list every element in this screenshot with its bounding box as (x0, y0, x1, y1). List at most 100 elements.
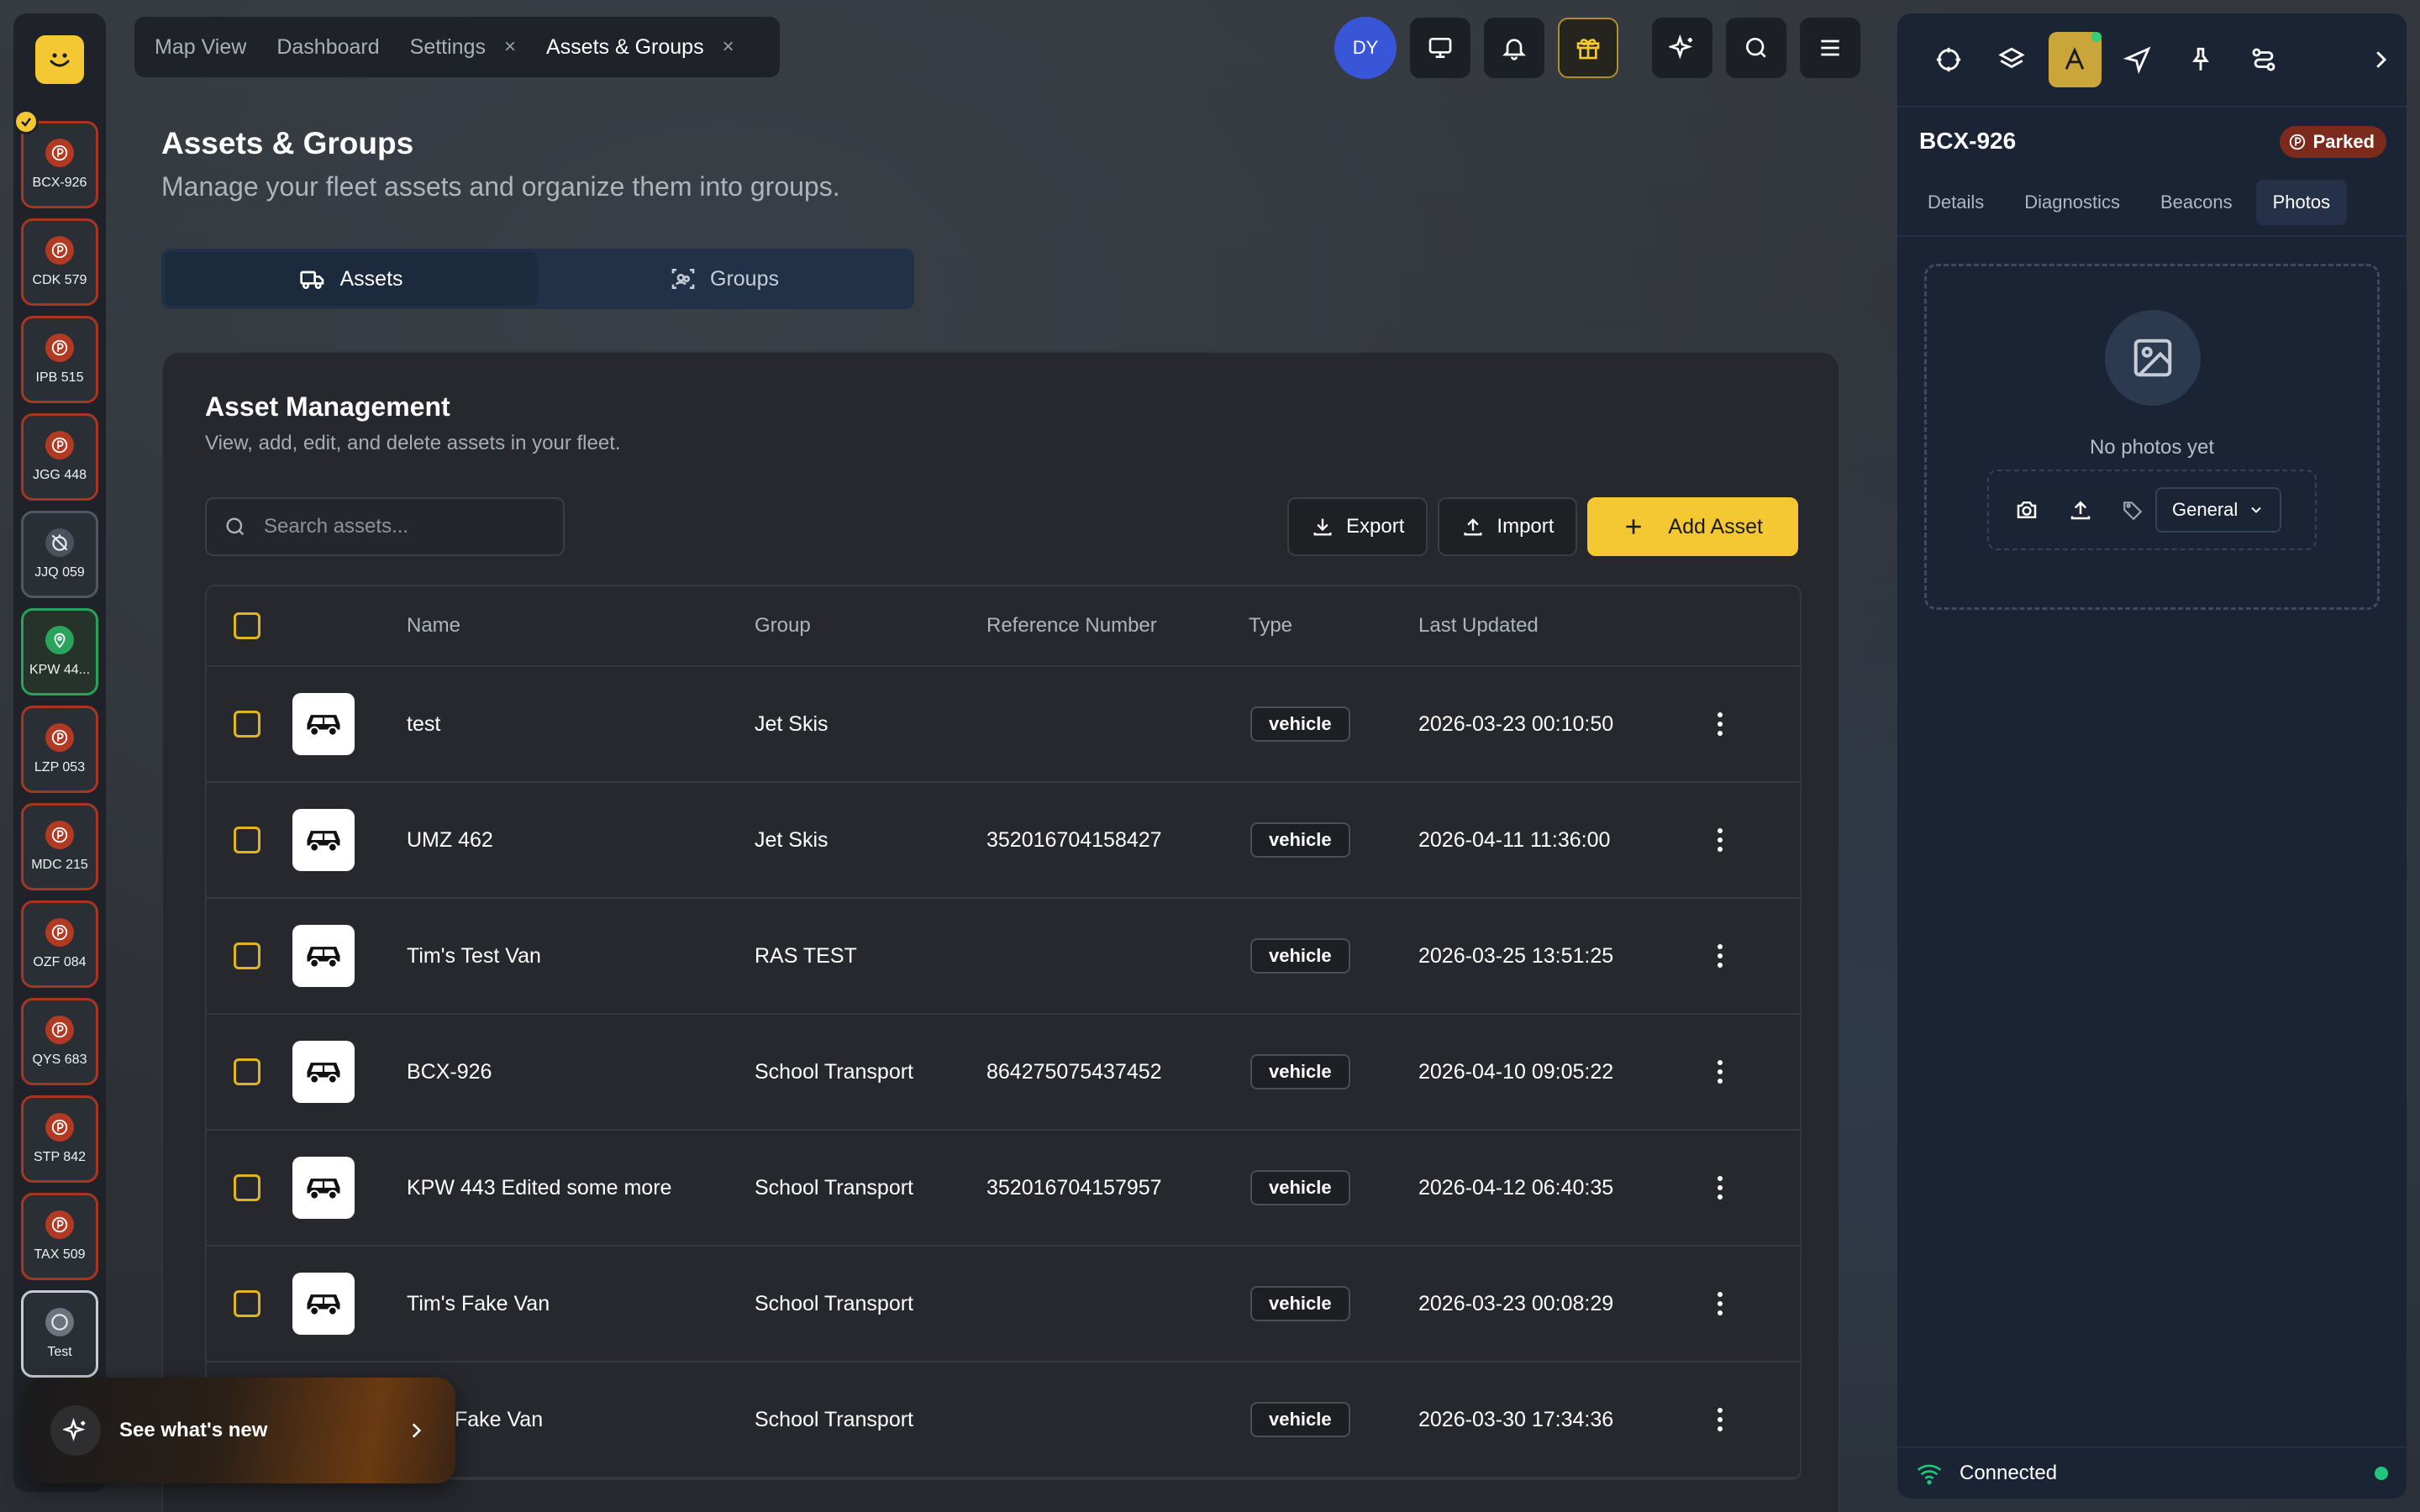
app-logo[interactable] (35, 35, 84, 84)
gift-icon (1576, 39, 1600, 60)
row-menu-icon[interactable] (1718, 1408, 1723, 1431)
tab-settings[interactable]: Settings × (410, 35, 516, 60)
asset-type-badge: vehicle (1250, 822, 1350, 858)
whats-new-banner[interactable]: See what's new (25, 1378, 455, 1483)
header-type[interactable]: Type (1249, 614, 1292, 638)
asset-tile[interactable]: KPW 44... (21, 608, 98, 696)
asset-tile[interactable]: CDK 579 (21, 218, 98, 306)
asset-name: test (407, 711, 441, 736)
tab-map-view[interactable]: Map View (155, 35, 246, 60)
labels-button[interactable] (2048, 32, 2102, 87)
menu-icon (1821, 39, 1839, 56)
layers-button[interactable] (1986, 32, 2039, 87)
asset-tile[interactable]: Test (21, 1290, 98, 1378)
chevron-down-icon (2251, 507, 2261, 513)
header-name[interactable]: Name (407, 614, 460, 638)
asset-tile-label: CDK 579 (32, 273, 87, 287)
collapse-panel-button[interactable] (2354, 32, 2407, 87)
asset-tile-label: STP 842 (34, 1150, 86, 1164)
asset-type-badge: vehicle (1250, 1286, 1350, 1321)
header-group[interactable]: Group (755, 614, 811, 638)
export-button[interactable]: Export (1287, 497, 1428, 556)
search-button[interactable] (1726, 18, 1786, 78)
search-icon (226, 517, 245, 536)
locate-button[interactable] (1923, 32, 1975, 87)
header-last-updated[interactable]: Last Updated (1418, 614, 1539, 638)
vehicle-icon (292, 1041, 355, 1103)
table-row[interactable]: Tim's Test Van RAS TEST vehicle 2026-03-25 … (207, 899, 1800, 1015)
close-icon[interactable]: × (723, 35, 734, 59)
table-row[interactable]: KPW 443 Edited some more School Transport… (207, 1131, 1800, 1247)
menu-button[interactable] (1800, 18, 1860, 78)
row-checkbox[interactable] (234, 711, 260, 738)
photo-category-select[interactable]: General (2155, 487, 2282, 533)
card-subtitle: View, add, edit, and delete assets in yo… (205, 432, 621, 454)
select-all-checkbox[interactable] (234, 612, 260, 639)
asset-tile-label: KPW 44... (29, 663, 91, 677)
pin-button[interactable] (2174, 32, 2227, 87)
table-row[interactable]: UMZ 462 Jet Skis 352016704158427 vehicle 202… (207, 783, 1800, 899)
asset-last-updated: 2026-03-30 17:34:36 (1418, 1407, 1614, 1431)
asset-tile[interactable]: IPB 515 (21, 316, 98, 403)
row-menu-icon[interactable] (1718, 944, 1723, 968)
connection-status: Connected (1897, 1446, 2407, 1499)
asset-tile[interactable]: LZP 053 (21, 706, 98, 793)
asset-tile[interactable]: BCX-926 (21, 121, 98, 208)
asset-tile-label: JJQ 059 (34, 565, 85, 580)
add-asset-button[interactable]: Add Asset (1587, 497, 1798, 556)
segment-assets[interactable]: Assets (165, 252, 538, 306)
asset-tile[interactable]: JJQ 059 (21, 511, 98, 598)
upload-icon[interactable] (2068, 497, 2093, 522)
table-row[interactable]: BCX-926 School Transport 864275075437452 ve… (207, 1015, 1800, 1131)
header-reference[interactable]: Reference Number (986, 614, 1157, 638)
segment-groups[interactable]: Groups (538, 252, 911, 306)
notifications-button[interactable] (1484, 18, 1544, 78)
asset-tile[interactable]: QYS 683 (21, 998, 98, 1085)
tab-dashboard[interactable]: Dashboard (276, 35, 379, 60)
download-icon (1313, 518, 1332, 536)
panel-tab-photos[interactable]: Photos (2255, 180, 2348, 225)
tab-assets-groups[interactable]: Assets & Groups × (546, 35, 734, 60)
table-row[interactable]: test Jet Skis vehicle 2026-03-23 00:10:50 (207, 667, 1800, 783)
camera-icon[interactable] (2014, 497, 2039, 522)
navigate-button[interactable] (2112, 32, 2165, 87)
asset-type-badge: vehicle (1250, 938, 1350, 974)
table-row[interactable]: Tim's Fake Van School Transport vehicle 202… (207, 1247, 1800, 1362)
user-avatar[interactable]: DY (1334, 17, 1397, 79)
import-button[interactable]: Import (1438, 497, 1578, 556)
asset-tile[interactable]: JGG 448 (21, 413, 98, 501)
asset-tile[interactable]: STP 842 (21, 1095, 98, 1183)
asset-tile[interactable]: TAX 509 (21, 1193, 98, 1280)
row-menu-icon[interactable] (1718, 1060, 1723, 1084)
route-icon (2252, 48, 2275, 71)
row-checkbox[interactable] (234, 942, 260, 969)
row-menu-icon[interactable] (1718, 1292, 1723, 1315)
monitor-button[interactable] (1410, 18, 1470, 78)
routes-button[interactable] (2237, 32, 2290, 87)
close-icon[interactable]: × (504, 35, 516, 59)
panel-tab-beacons[interactable]: Beacons (2144, 180, 2249, 225)
asset-group: School Transport (755, 1291, 913, 1315)
row-checkbox[interactable] (234, 1174, 260, 1201)
row-menu-icon[interactable] (1718, 1176, 1723, 1200)
row-menu-icon[interactable] (1718, 828, 1723, 852)
search-input[interactable] (264, 515, 533, 538)
asset-name: UMZ 462 (407, 827, 493, 852)
asset-name: KPW 443 Edited some more (407, 1175, 672, 1200)
panel-tab-details[interactable]: Details (1911, 180, 2001, 225)
crosshair-icon (1937, 47, 1961, 72)
asset-tile[interactable]: OZF 084 (21, 900, 98, 988)
panel-tab-diagnostics[interactable]: Diagnostics (2007, 180, 2137, 225)
asset-tile-label: TAX 509 (34, 1247, 86, 1262)
row-menu-icon[interactable] (1718, 712, 1723, 736)
asset-name: BCX-926 (407, 1059, 492, 1084)
row-checkbox[interactable] (234, 1058, 260, 1085)
gift-button[interactable] (1558, 18, 1618, 78)
assets-table: Name Group Reference Number Type Last Up… (205, 585, 1802, 1480)
row-checkbox[interactable] (234, 827, 260, 853)
photo-dropzone[interactable]: No photos yet General (1924, 264, 2380, 610)
active-indicator (2091, 32, 2102, 42)
row-checkbox[interactable] (234, 1290, 260, 1317)
asset-tile[interactable]: MDC 215 (21, 803, 98, 890)
ai-assistant-button[interactable] (1652, 18, 1712, 78)
